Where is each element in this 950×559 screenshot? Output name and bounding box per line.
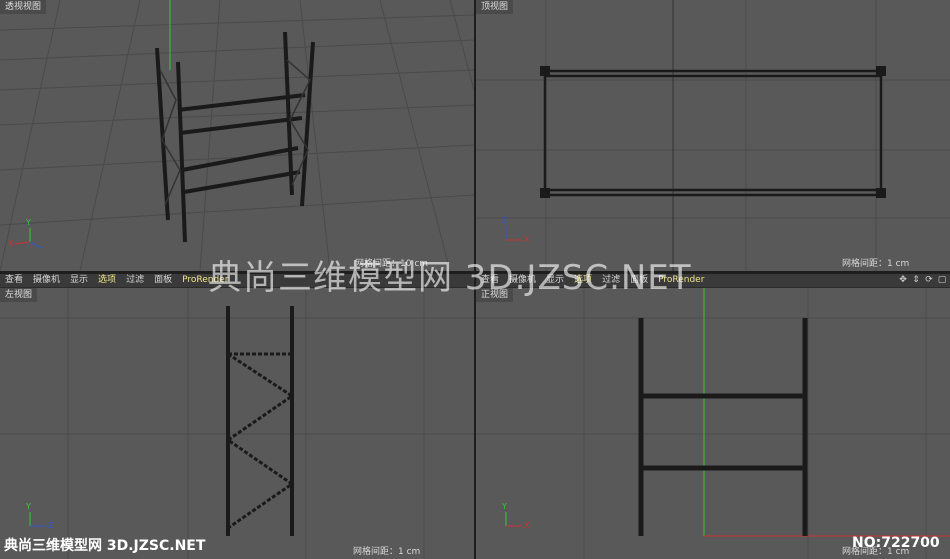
menu-view[interactable]: 查看: [0, 274, 28, 287]
viewport-label[interactable]: 左视图: [0, 288, 38, 302]
front-canvas: [476, 288, 950, 559]
axis-z-label: Z: [502, 216, 508, 225]
axis-x-label: X: [8, 239, 14, 248]
axis-y-label: Y: [502, 502, 507, 511]
viewport-perspective[interactable]: 透视视图 Y X 网格间距：10 cm: [0, 0, 474, 271]
maximize-icon[interactable]: ▢: [937, 275, 947, 285]
axis-z-label: Z: [48, 521, 54, 530]
bottom-watermark: 典尚三维模型网 3D.JZSC.NET: [4, 538, 206, 554]
zoom-icon[interactable]: ⇕: [911, 275, 921, 285]
grid-spacing-info: 网格间距：1 cm: [353, 547, 421, 557]
item-number: NO:722700: [852, 535, 940, 551]
menu-display[interactable]: 显示: [65, 274, 93, 287]
axis-y-label: Y: [26, 502, 31, 511]
viewport-label[interactable]: 透视视图: [0, 0, 47, 14]
viewport-label[interactable]: 顶视图: [476, 0, 514, 14]
move-icon[interactable]: ✥: [898, 275, 908, 285]
viewport-left[interactable]: 左视图 Y Z 网格间距：1 cm: [0, 288, 474, 559]
left-canvas: [0, 288, 474, 559]
menu-camera[interactable]: 摄像机: [28, 274, 65, 287]
grid-spacing-info: 网格间距：1 cm: [842, 259, 910, 269]
viewport-front[interactable]: 正视图 Y X 网格间距：1 cm: [476, 288, 950, 559]
axis-x-label: X: [524, 521, 530, 530]
menu-panel[interactable]: 面板: [149, 274, 177, 287]
axis-x-label: X: [524, 235, 530, 244]
perspective-canvas: [0, 0, 474, 271]
viewport-nav-icons: ✥ ⇕ ⟳ ▢: [898, 275, 947, 285]
viewport-top[interactable]: 顶视图 Z X 网格间距：1 cm: [476, 0, 950, 271]
menu-options[interactable]: 选项: [93, 274, 121, 287]
axis-y-label: Y: [26, 218, 31, 227]
top-canvas: [476, 0, 950, 271]
watermark: 典尚三维模型网 3D.JZSC.NET: [208, 258, 692, 298]
menu-filter[interactable]: 过滤: [121, 274, 149, 287]
rotate-icon[interactable]: ⟳: [924, 275, 934, 285]
